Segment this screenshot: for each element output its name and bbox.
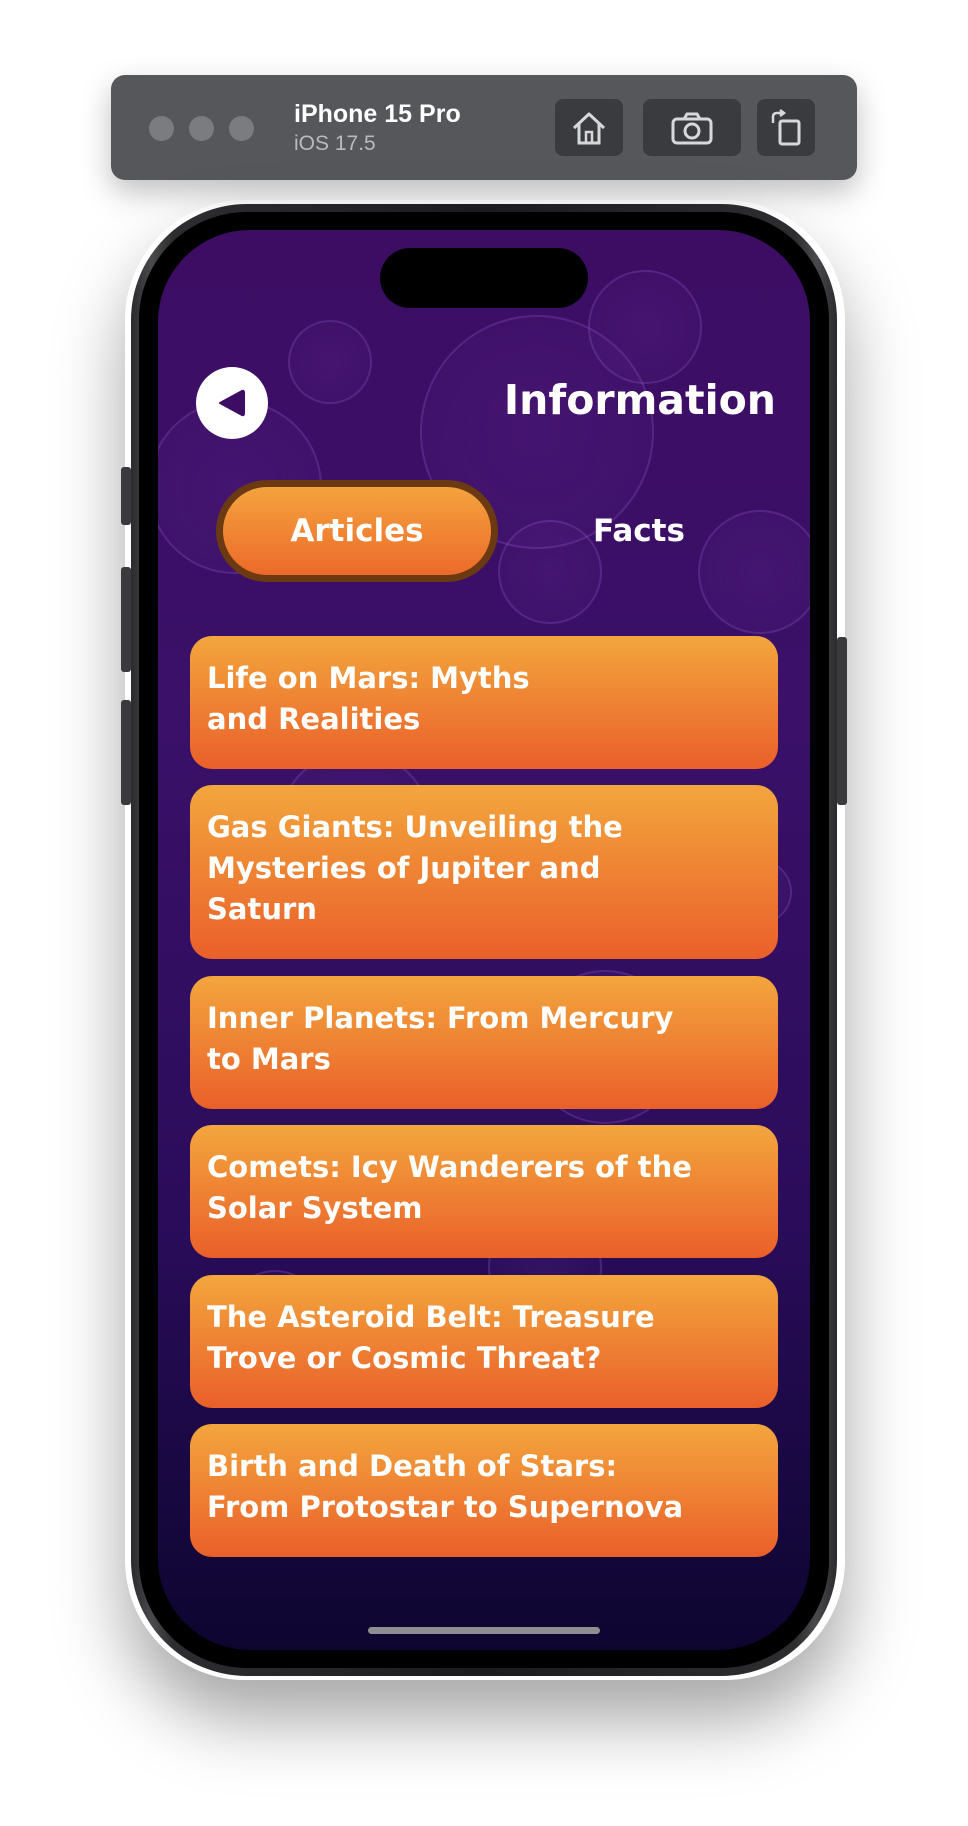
- article-card-inner-planets[interactable]: Inner Planets: From Mercury to Mars: [190, 976, 778, 1109]
- volume-up-button: [121, 567, 131, 672]
- home-button[interactable]: [555, 99, 623, 156]
- rotate-button[interactable]: [757, 99, 815, 156]
- app-screen: Information Articles Facts Life on Mars:…: [158, 230, 810, 1650]
- article-title: Inner Planets: From Mercury to Mars: [207, 1001, 674, 1076]
- os-version: iOS 17.5: [294, 132, 376, 155]
- article-card-asteroid-belt[interactable]: The Asteroid Belt: Treasure Trove or Cos…: [190, 1275, 778, 1408]
- article-title: Gas Giants: Unveiling the Mysteries of J…: [207, 810, 623, 926]
- article-card-stars[interactable]: Birth and Death of Stars: From Protostar…: [190, 1424, 778, 1557]
- action-button: [121, 467, 131, 525]
- bg-bubble: [288, 320, 372, 404]
- back-button[interactable]: [196, 367, 268, 439]
- article-title: The Asteroid Belt: Treasure Trove or Cos…: [207, 1300, 655, 1375]
- window-minimize-dot[interactable]: [189, 116, 214, 141]
- article-title: Comets: Icy Wanderers of the Solar Syste…: [207, 1150, 692, 1225]
- dynamic-island: [380, 248, 588, 308]
- power-button: [837, 637, 847, 805]
- tab-facts[interactable]: Facts: [498, 480, 780, 582]
- screenshot-button[interactable]: [643, 99, 741, 156]
- article-title: Life on Mars: Myths and Realities: [207, 661, 530, 736]
- tab-articles[interactable]: Articles: [216, 480, 498, 582]
- home-indicator[interactable]: [368, 1627, 600, 1634]
- back-arrow-icon: [219, 389, 245, 417]
- window-close-dot[interactable]: [149, 116, 174, 141]
- rotate-icon: [771, 108, 801, 145]
- article-card-gas-giants[interactable]: Gas Giants: Unveiling the Mysteries of J…: [190, 785, 778, 959]
- article-title: Birth and Death of Stars: From Protostar…: [207, 1449, 684, 1524]
- volume-down-button: [121, 700, 131, 805]
- simulator-toolbar: iPhone 15 Pro iOS 17.5: [111, 75, 857, 180]
- camera-icon: [671, 112, 713, 144]
- window-zoom-dot[interactable]: [229, 116, 254, 141]
- article-card-comets[interactable]: Comets: Icy Wanderers of the Solar Syste…: [190, 1125, 778, 1258]
- article-card-life-on-mars[interactable]: Life on Mars: Myths and Realities: [190, 636, 778, 769]
- bg-bubble: [588, 270, 702, 384]
- home-icon: [572, 112, 606, 144]
- device-name: iPhone 15 Pro: [294, 100, 461, 128]
- page-title: Information: [503, 376, 776, 424]
